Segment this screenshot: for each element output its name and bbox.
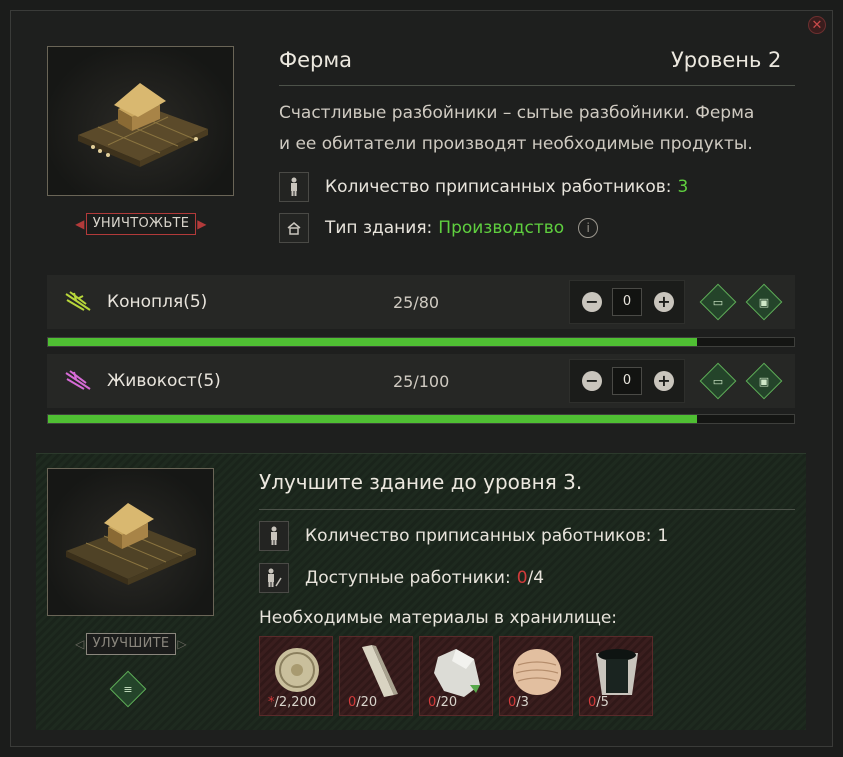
worker-tool-icon (259, 563, 289, 593)
material-slot[interactable]: 0/20 (419, 636, 493, 716)
coin-icon (275, 648, 319, 692)
resource-name: Конопля(5) (107, 292, 208, 312)
increment-button[interactable]: + (654, 292, 674, 312)
upgrade-building-portrait (47, 468, 214, 616)
building-type-label: Тип здания: (325, 218, 433, 238)
building-level: Уровень 2 (671, 48, 782, 72)
comfrey-icon (65, 370, 91, 390)
decrement-button[interactable]: − (582, 292, 602, 312)
farm-building-icon (66, 503, 196, 585)
resource-progress-bar (47, 337, 795, 347)
assigned-workers-row: Количество приписанных работников: 3 (279, 172, 688, 202)
worker-icon (279, 172, 309, 202)
barrel-icon: ▣ (758, 295, 770, 309)
resource-row-hemp: Конопля(5) 25/80 − 0 + ▭ ▣ (47, 275, 795, 329)
arrow-left-icon: ◀ (75, 217, 85, 231)
increment-button[interactable]: + (654, 371, 674, 391)
resource-name: Живокост(5) (107, 371, 221, 391)
quantity-input[interactable]: 0 (612, 367, 642, 395)
resource-row-comfrey: Живокост(5) 25/100 − 0 + ▭ ▣ (47, 354, 795, 408)
storage-button[interactable]: ▣ (745, 362, 783, 400)
close-button[interactable]: ✕ (808, 16, 826, 34)
hemp-icon (65, 291, 91, 311)
divider (279, 85, 795, 86)
upgrade-label: УЛУЧШИТЕ (85, 633, 177, 655)
chest-icon: ▭ (712, 374, 724, 388)
tar-bucket-icon (596, 649, 638, 695)
plank-icon (362, 645, 398, 697)
leather-icon (513, 649, 561, 695)
storage-button[interactable]: ▣ (745, 283, 783, 321)
quantity-input[interactable]: 0 (612, 288, 642, 316)
resource-progress-bar (47, 414, 795, 424)
available-workers-have: 0 (516, 568, 528, 588)
assigned-workers-value: 3 (677, 177, 689, 197)
stone-icon (434, 649, 480, 697)
material-slot[interactable]: 0/20 (339, 636, 413, 716)
available-workers-row: Доступные работники: 0 /4 (259, 563, 544, 593)
arrow-left-icon: ◁ (75, 637, 85, 651)
building-type-row: Тип здания: Производство i (279, 213, 599, 243)
material-slot[interactable]: 0/3 (499, 636, 573, 716)
info-icon[interactable]: i (578, 218, 599, 238)
progress-fill (48, 338, 698, 346)
upgrade-workers-row: Количество приписанных работников: 1 (259, 521, 668, 551)
barrel-icon: ▣ (758, 374, 770, 388)
quantity-stepper: − 0 + (569, 280, 685, 324)
upgrade-title: Улучшите здание до уровня 3. (259, 470, 583, 494)
building-portrait (47, 46, 234, 196)
materials-label: Необходимые материалы в хранилище: (259, 608, 618, 628)
upgrade-button[interactable]: ◁ УЛУЧШИТЕ ▷ (67, 632, 195, 656)
material-slot[interactable]: */2,200 (259, 636, 333, 716)
arrow-right-icon: ▷ (177, 637, 187, 651)
building-description: Счастливые разбойники – сытые разбойники… (279, 103, 755, 154)
destroy-button[interactable]: ◀ УНИЧТОЖЬТЕ ▶ (67, 212, 215, 236)
farm-building-icon (78, 83, 208, 167)
resource-amount: 25/100 (393, 372, 450, 391)
arrow-right-icon: ▶ (197, 217, 207, 231)
chest-icon: ▭ (712, 295, 724, 309)
house-icon (279, 213, 309, 243)
building-name: Ферма (279, 48, 353, 72)
quantity-stepper: − 0 + (569, 359, 685, 403)
upgrade-workers-value: 1 (657, 526, 669, 546)
decrement-button[interactable]: − (582, 371, 602, 391)
material-slot[interactable]: 0/5 (579, 636, 653, 716)
upgrade-workers-label: Количество приписанных работников: (305, 526, 652, 546)
building-type-value: Производство (438, 218, 565, 238)
collect-button[interactable]: ▭ (699, 283, 737, 321)
available-workers-need: /4 (527, 568, 545, 588)
resource-amount: 25/80 (393, 293, 440, 312)
worker-icon (259, 521, 289, 551)
destroy-label: УНИЧТОЖЬТЕ (85, 213, 197, 235)
divider (259, 509, 795, 510)
available-workers-label: Доступные работники: (305, 568, 511, 588)
list-icon: ≡ (123, 682, 133, 696)
collect-button[interactable]: ▭ (699, 362, 737, 400)
assigned-workers-label: Количество приписанных работников: (325, 177, 672, 197)
progress-fill (48, 415, 698, 423)
